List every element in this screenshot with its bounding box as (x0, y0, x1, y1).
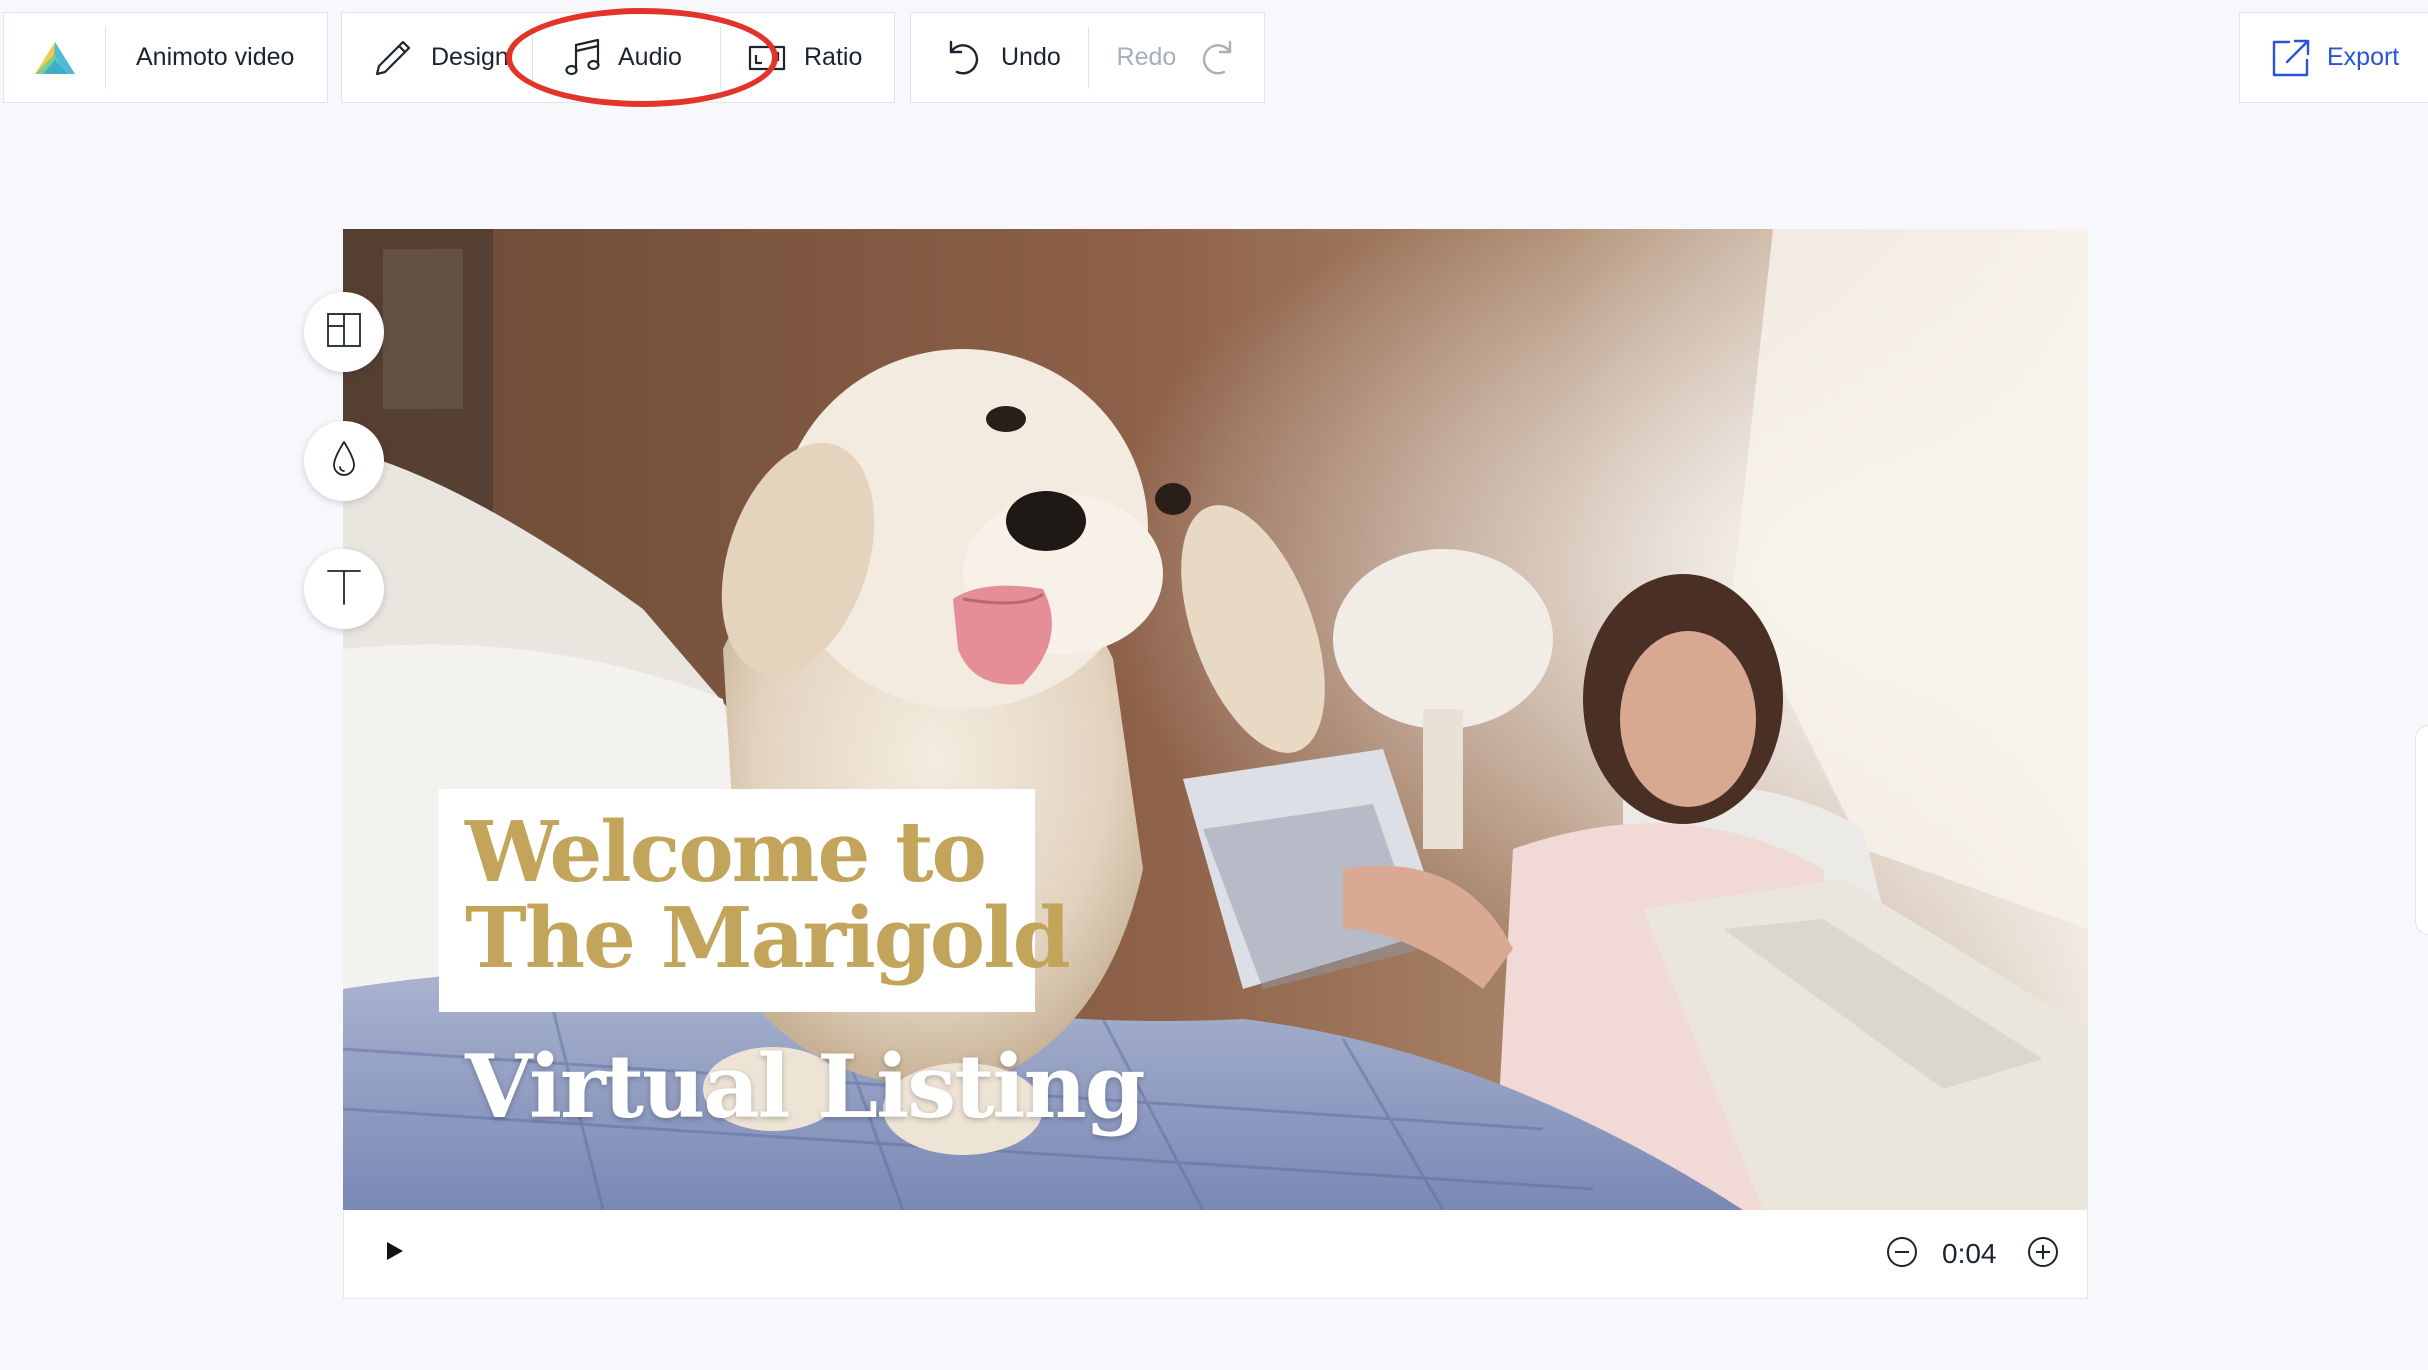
minus-circle-icon (1886, 1236, 1918, 1273)
subtitle-text[interactable]: Virtual Listing (465, 1041, 1146, 1133)
title-line-2[interactable]: The Marigold (465, 895, 1071, 981)
undo-label: Undo (1001, 43, 1061, 71)
scene-duration: 0:04 (1942, 1238, 1997, 1269)
duration-decrease-button[interactable] (1885, 1236, 1919, 1273)
project-title: Animoto video (136, 43, 295, 71)
text-button[interactable] (304, 549, 384, 629)
ratio-button[interactable]: Ratio (721, 13, 894, 102)
export-label: Export (2327, 43, 2400, 71)
play-icon (385, 1240, 405, 1267)
title-line-1[interactable]: Welcome to (465, 809, 1035, 895)
animoto-logo-icon[interactable] (4, 13, 105, 102)
video-canvas[interactable]: Welcome to The Marigold Virtual Listing (343, 229, 2088, 1210)
side-panel-handle[interactable] (2415, 725, 2428, 935)
text-icon (326, 568, 362, 611)
project-title-button[interactable]: Animoto video (106, 13, 294, 102)
layout-icon (326, 312, 362, 353)
color-button[interactable] (304, 421, 384, 501)
music-note-icon (563, 37, 603, 79)
edit-tools-group: Design Audio Ratio (341, 12, 895, 103)
redo-label: Redo (1116, 43, 1177, 71)
playback-bar: 0:04 (343, 1210, 2088, 1299)
export-arrow-icon (2271, 38, 2311, 78)
audio-button[interactable]: Audio (533, 13, 720, 102)
export-group: Export (2239, 12, 2428, 103)
duration-increase-button[interactable] (2026, 1236, 2060, 1273)
ratio-label: Ratio (804, 43, 863, 71)
play-button[interactable] (380, 1238, 410, 1268)
redo-button[interactable]: Redo (1089, 13, 1265, 102)
audio-label: Audio (618, 43, 682, 71)
undo-button[interactable]: Undo (911, 13, 1088, 102)
aspect-ratio-icon (748, 43, 786, 73)
design-button[interactable]: Design (342, 13, 532, 102)
design-label: Design (431, 43, 509, 71)
pencil-icon (373, 38, 413, 78)
layout-button[interactable] (304, 292, 384, 372)
redo-arrow-icon (1198, 38, 1236, 78)
plus-circle-icon (2027, 1236, 2059, 1273)
color-drop-icon (330, 440, 358, 483)
brand-group: Animoto video (3, 12, 328, 103)
undo-arrow-icon (945, 38, 983, 78)
export-button[interactable]: Export (2240, 13, 2399, 102)
title-card[interactable]: Welcome to The Marigold (439, 789, 1071, 1012)
history-group: Undo Redo (910, 12, 1265, 103)
